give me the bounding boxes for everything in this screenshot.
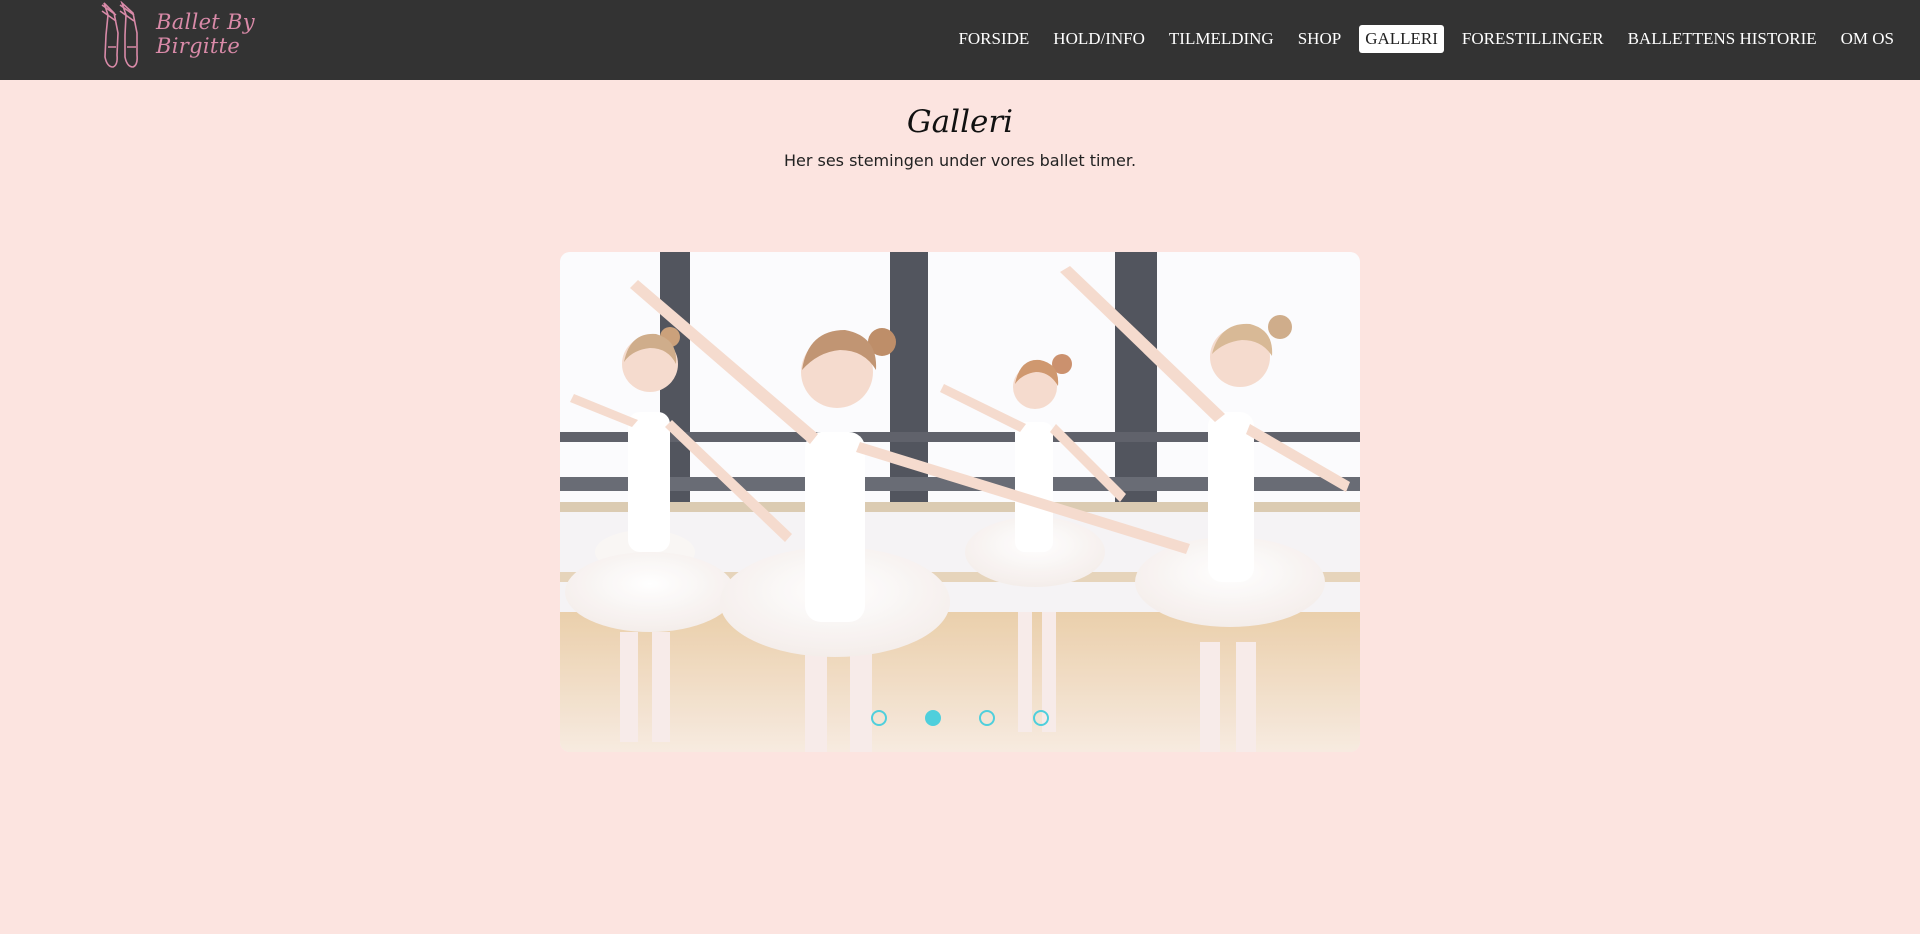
ballet-dancers-photo	[560, 252, 1360, 752]
ballet-shoes-icon	[98, 1, 148, 71]
nav-item-om-os[interactable]: OM OS	[1835, 25, 1900, 53]
top-navbar: Ballet By Birgitte FORSIDE HOLD/INFO TIL…	[0, 0, 1920, 80]
carousel-dot-2[interactable]	[925, 710, 941, 726]
nav-item-hold-info[interactable]: HOLD/INFO	[1047, 25, 1151, 53]
carousel-dot-4[interactable]	[1033, 710, 1049, 726]
carousel-dot-3[interactable]	[979, 710, 995, 726]
nav-item-galleri[interactable]: GALLERI	[1359, 25, 1444, 53]
carousel-dot-1[interactable]	[871, 710, 887, 726]
nav-item-forside[interactable]: FORSIDE	[952, 25, 1035, 53]
main-nav: FORSIDE HOLD/INFO TILMELDING SHOP GALLER…	[940, 24, 1900, 54]
nav-item-tilmelding[interactable]: TILMELDING	[1163, 25, 1280, 53]
brand-logo[interactable]: Ballet By Birgitte	[98, 0, 298, 72]
brand-name: Ballet By Birgitte	[156, 10, 255, 58]
nav-item-shop[interactable]: SHOP	[1292, 25, 1347, 53]
nav-item-forestillinger[interactable]: FORESTILLINGER	[1456, 25, 1610, 53]
nav-item-ballettens-historie[interactable]: BALLETTENS HISTORIE	[1622, 25, 1823, 53]
page-subtitle: Her ses stemingen under vores ballet tim…	[783, 151, 1137, 170]
gallery-carousel[interactable]	[560, 252, 1360, 752]
carousel-indicators	[560, 710, 1360, 726]
page-title: Galleri	[906, 104, 1014, 140]
